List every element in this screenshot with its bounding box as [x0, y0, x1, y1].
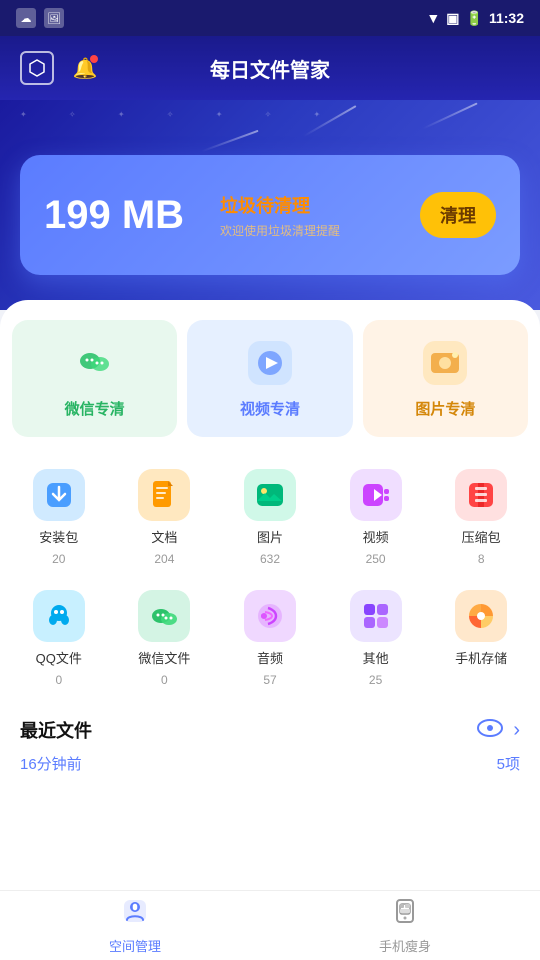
quick-item-wechat[interactable]: 微信专清 [12, 320, 177, 437]
install-count: 20 [52, 552, 65, 566]
shooting-star-2 [201, 130, 258, 152]
wechat-icon [70, 338, 120, 388]
docs-count: 204 [154, 552, 174, 566]
eye-icon[interactable] [477, 717, 503, 743]
phone-slim-icon [391, 897, 419, 932]
quick-access-row: 微信专清 视频专清 图片专清 [0, 300, 540, 447]
install-label: 安装包 [39, 527, 78, 546]
bottom-navigation: 空间管理 手机瘦身 [0, 890, 540, 960]
shooting-star-1 [304, 105, 357, 137]
space-management-label: 空间管理 [109, 936, 161, 955]
gallery-icon: 🖼 [44, 8, 64, 28]
phone-slim-label: 手机瘦身 [379, 936, 431, 955]
images-icon [244, 469, 296, 521]
file-item-install[interactable]: 安装包 20 [10, 461, 108, 574]
qq-count: 0 [55, 673, 62, 687]
docs-icon [138, 469, 190, 521]
space-management-icon [121, 897, 149, 932]
file-item-audio[interactable]: 音频 57 [221, 582, 319, 695]
time-ago: 16分钟前 [20, 753, 82, 774]
archive-count: 8 [478, 552, 485, 566]
quick-item-video[interactable]: 视频专清 [187, 320, 352, 437]
wechat-files-count: 0 [161, 673, 168, 687]
wechat-files-label: 微信文件 [138, 648, 190, 667]
docs-label: 文档 [151, 527, 177, 546]
video-quick-icon [245, 338, 295, 388]
quick-label-wechat: 微信专清 [65, 398, 125, 419]
trash-title: 垃圾待清理 [220, 192, 404, 218]
clean-button[interactable]: 清理 [420, 192, 496, 238]
quick-label-photo: 图片专清 [415, 398, 475, 419]
status-bar: ☁ 🖼 ▼ ▣ 🔋 11:32 [0, 0, 540, 36]
file-item-video[interactable]: 视频 250 [327, 461, 425, 574]
archive-icon [455, 469, 507, 521]
trash-subtitle: 欢迎使用垃圾清理提醒 [220, 222, 404, 239]
photo-quick-icon [420, 338, 470, 388]
battery-icon: 🔋 [466, 10, 483, 27]
file-type-grid: 安装包 20 文档 204 [0, 447, 540, 709]
video-icon [350, 469, 402, 521]
header-left-actions: 🔔 [20, 51, 100, 85]
quick-label-video: 视频专清 [240, 398, 300, 419]
file-item-docs[interactable]: 文档 204 [116, 461, 214, 574]
install-icon [33, 469, 85, 521]
signal-icon: ▣ [446, 10, 459, 27]
shooting-star-3 [422, 102, 477, 129]
storage-middle-info: 垃圾待清理 欢迎使用垃圾清理提醒 [204, 192, 420, 239]
recent-files-section: 最近文件 › 16分钟前 5项 [0, 709, 540, 774]
wifi-icon: ▼ [426, 10, 440, 26]
audio-count: 57 [263, 673, 276, 687]
recent-header: 最近文件 › [20, 717, 520, 743]
file-item-wechat-files[interactable]: 微信文件 0 [116, 582, 214, 695]
arrow-right-icon[interactable]: › [513, 719, 520, 742]
notification-bell-icon[interactable]: 🔔 [70, 53, 100, 83]
storage-icon [455, 590, 507, 642]
weather-icon: ☁ [16, 8, 36, 28]
app-header: 🔔 每日文件管家 [0, 36, 540, 100]
images-label: 图片 [257, 527, 283, 546]
archive-label: 压缩包 [462, 527, 501, 546]
others-count: 25 [369, 673, 382, 687]
file-item-archive[interactable]: 压缩包 8 [432, 461, 530, 574]
recent-action-icons: › [477, 717, 520, 743]
file-item-qq[interactable]: QQ文件 0 [10, 582, 108, 695]
recent-title: 最近文件 [20, 717, 92, 743]
file-item-images[interactable]: 图片 632 [221, 461, 319, 574]
images-count: 632 [260, 552, 280, 566]
wechat-files-icon [138, 590, 190, 642]
video-count: 250 [366, 552, 386, 566]
others-icon [350, 590, 402, 642]
recent-meta: 16分钟前 5项 [20, 753, 520, 774]
main-card: 微信专清 视频专清 图片专清 [0, 300, 540, 890]
status-left: ☁ 🖼 [16, 8, 64, 28]
settings-hex-icon[interactable] [20, 51, 54, 85]
nav-item-phone-slim[interactable]: 手机瘦身 [270, 891, 540, 960]
qq-icon [33, 590, 85, 642]
qq-label: QQ文件 [36, 648, 82, 667]
status-right: ▼ ▣ 🔋 11:32 [426, 10, 524, 27]
notification-dot [90, 55, 98, 63]
time: 11:32 [489, 10, 524, 26]
file-item-storage[interactable]: 手机存储 [432, 582, 530, 695]
video-label: 视频 [363, 527, 389, 546]
storage-card: 199 MB 垃圾待清理 欢迎使用垃圾清理提醒 清理 [20, 155, 520, 275]
audio-label: 音频 [257, 648, 283, 667]
nav-item-space-management[interactable]: 空间管理 [0, 891, 270, 960]
audio-icon [244, 590, 296, 642]
file-item-others[interactable]: 其他 25 [327, 582, 425, 695]
others-label: 其他 [363, 648, 389, 667]
storage-label: 手机存储 [455, 648, 507, 667]
quick-item-photo[interactable]: 图片专清 [363, 320, 528, 437]
file-count-badge: 5项 [497, 753, 520, 774]
app-title: 每日文件管家 [210, 54, 330, 83]
storage-size-label: 199 MB [44, 193, 204, 238]
